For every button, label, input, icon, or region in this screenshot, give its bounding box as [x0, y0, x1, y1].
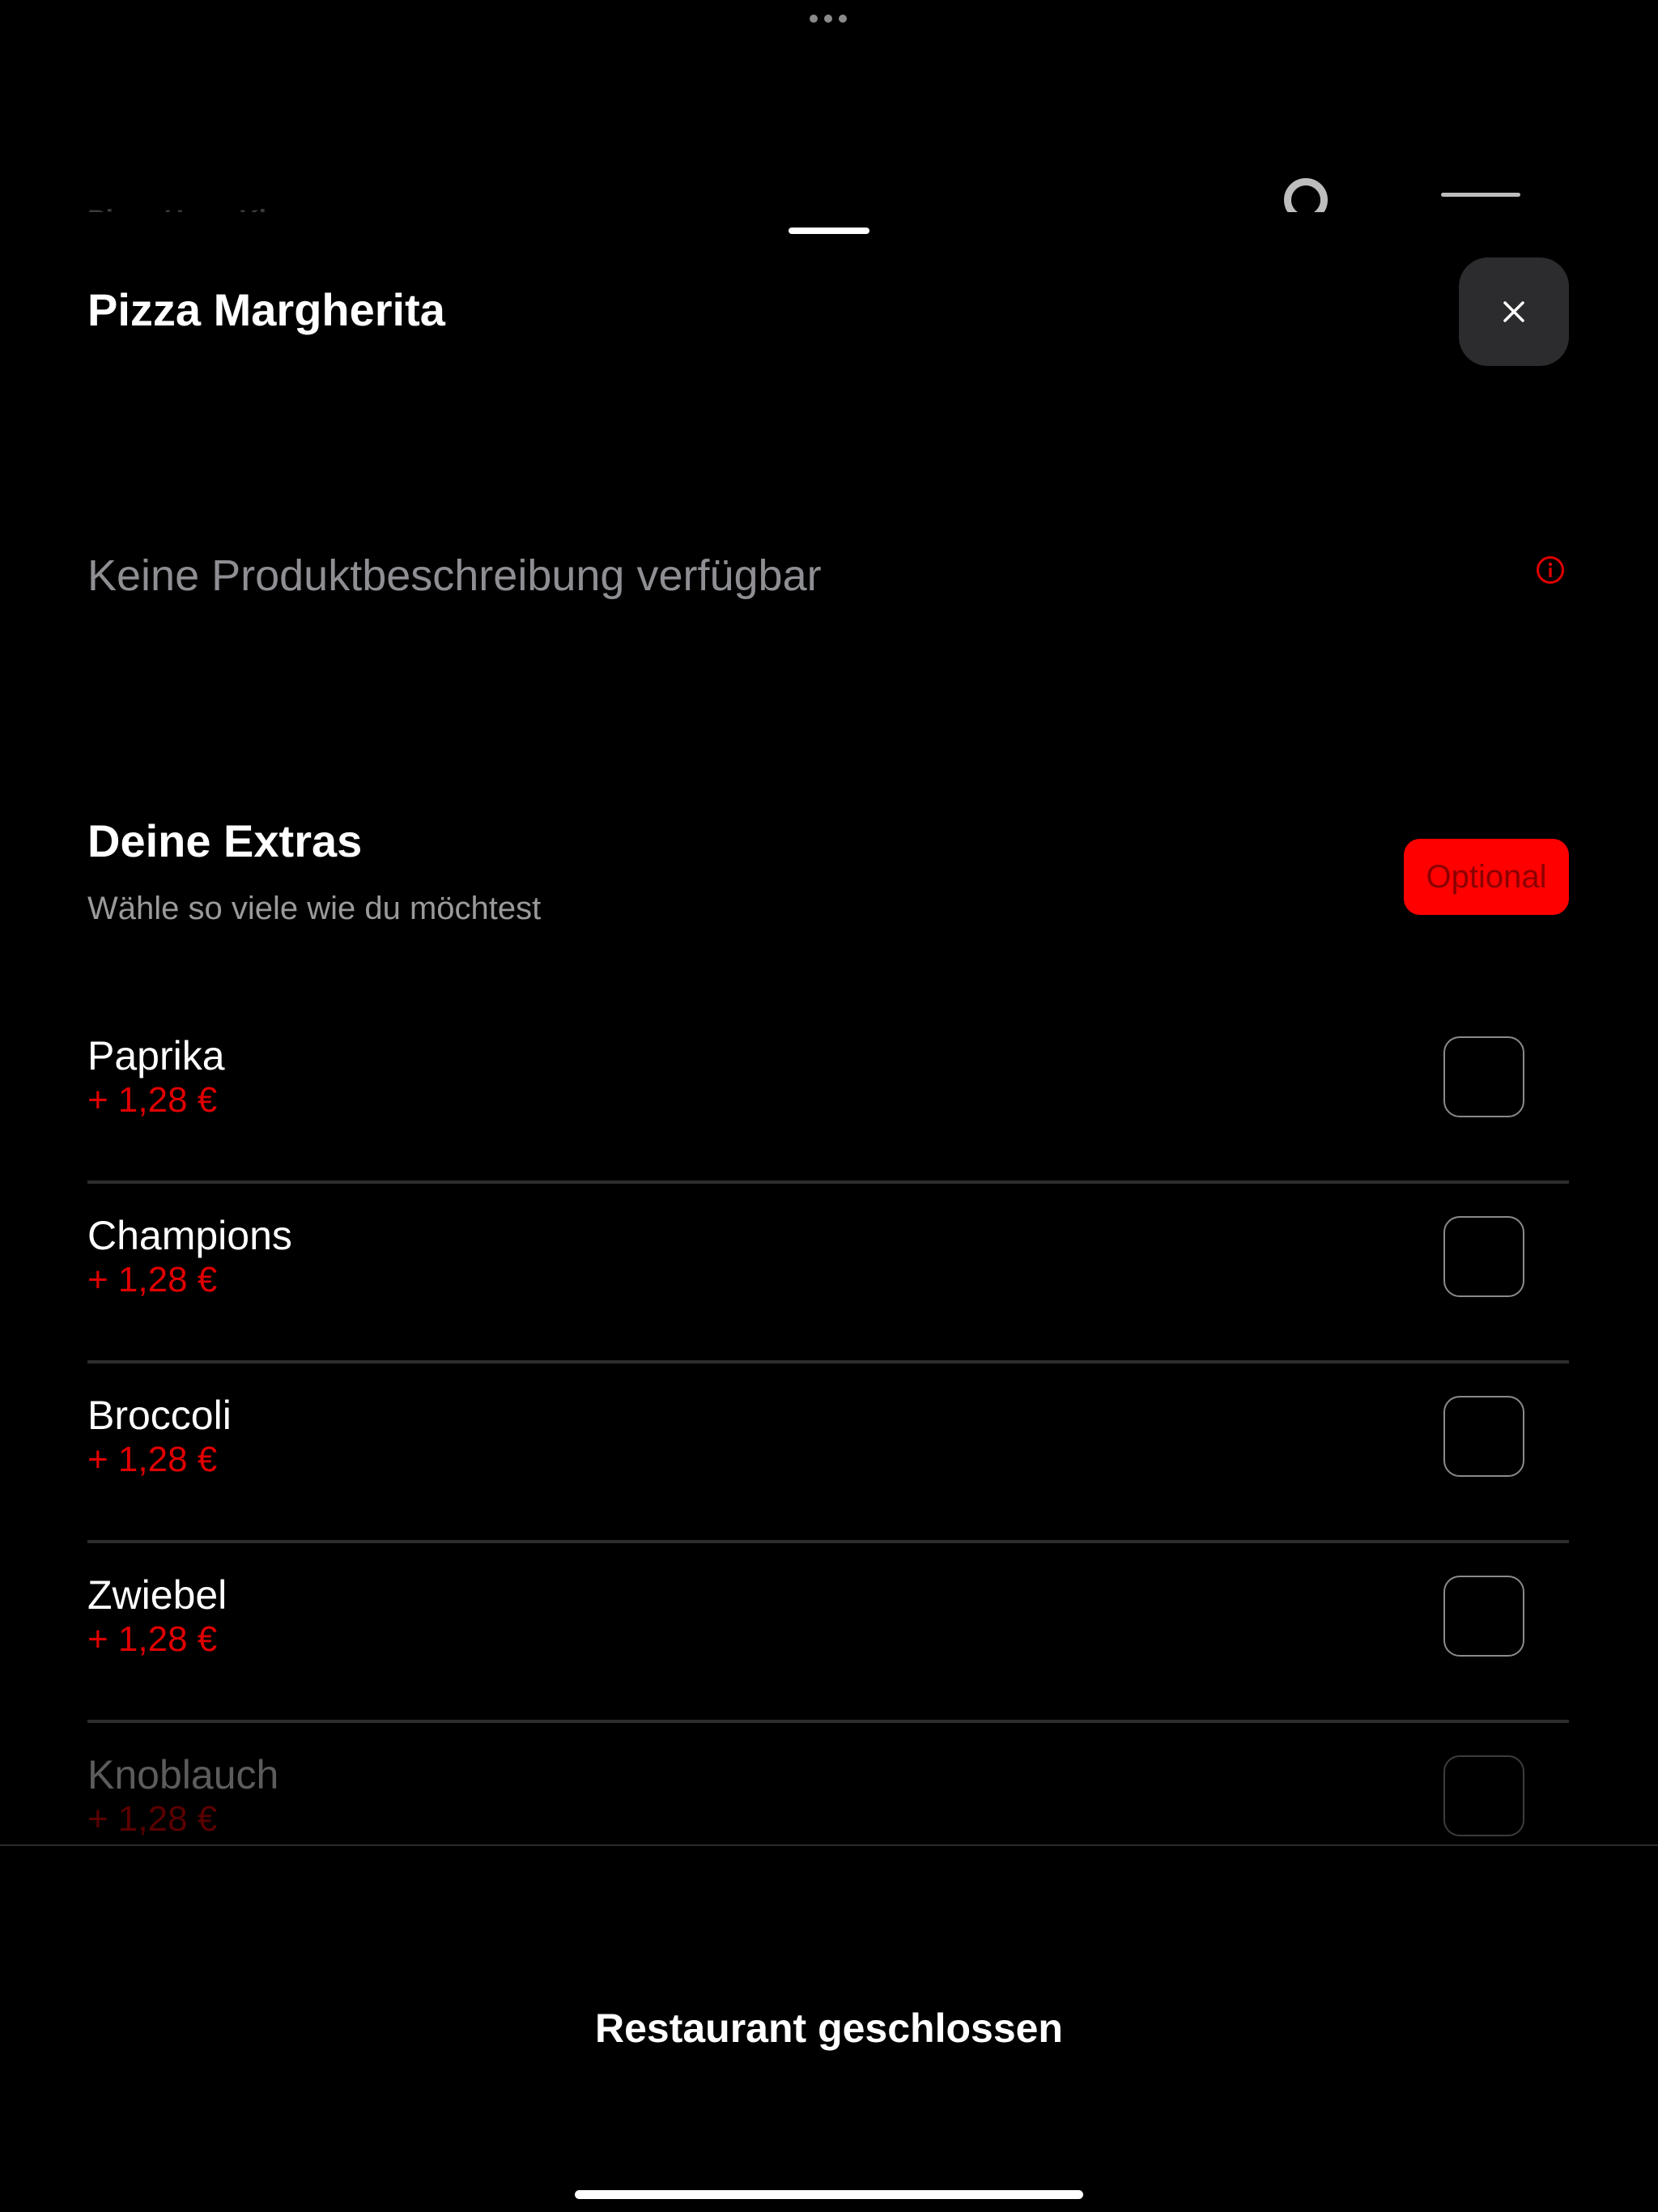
footer-divider	[0, 1844, 1658, 1846]
menu-bar	[1441, 193, 1520, 197]
extras-section-title: Deine Extras	[87, 815, 363, 866]
extra-price: + 1,28 €	[87, 1799, 218, 1839]
extra-checkbox[interactable]	[1443, 1755, 1524, 1836]
extra-price: + 1,28 €	[87, 1260, 218, 1300]
close-icon	[1503, 301, 1524, 322]
extra-name: Paprika	[87, 1033, 225, 1078]
hamburger-menu-icon[interactable]	[1441, 193, 1520, 215]
close-button[interactable]	[1459, 257, 1569, 366]
extra-checkbox[interactable]	[1443, 1576, 1524, 1657]
extra-price: + 1,28 €	[87, 1440, 218, 1479]
extra-checkbox[interactable]	[1443, 1396, 1524, 1477]
extra-name: Champions	[87, 1213, 292, 1258]
multitasking-dots[interactable]	[810, 15, 847, 23]
extra-item-broccoli[interactable]: Broccoli + 1,28 €	[87, 1363, 1569, 1543]
extras-list: Paprika + 1,28 € Champions + 1,28 € Broc…	[87, 1004, 1569, 1844]
extras-section-subtitle: Wähle so viele wie du möchtest	[87, 891, 542, 926]
product-description: Keine Produktbeschreibung verfügbar	[87, 551, 822, 600]
extra-item-knoblauch[interactable]: Knoblauch + 1,28 €	[87, 1723, 1569, 1844]
restaurant-closed-label: Restaurant geschlossen	[595, 2006, 1063, 2051]
extra-item-zwiebel[interactable]: Zwiebel + 1,28 €	[87, 1543, 1569, 1723]
home-indicator[interactable]	[575, 2190, 1083, 2199]
dot	[839, 15, 847, 23]
dot	[810, 15, 818, 23]
extra-name: Broccoli	[87, 1393, 232, 1438]
extra-name: Knoblauch	[87, 1752, 279, 1797]
extra-name: Zwiebel	[87, 1572, 227, 1618]
optional-badge: Optional	[1404, 839, 1569, 915]
extra-price: + 1,28 €	[87, 1080, 218, 1120]
extra-checkbox[interactable]	[1443, 1036, 1524, 1117]
extra-item-paprika[interactable]: Paprika + 1,28 €	[87, 1004, 1569, 1184]
sheet-grabber[interactable]	[789, 228, 869, 234]
extra-item-champions[interactable]: Champions + 1,28 €	[87, 1184, 1569, 1363]
product-title: Pizza Margherita	[87, 284, 445, 335]
info-icon[interactable]	[1536, 555, 1565, 585]
extra-checkbox[interactable]	[1443, 1216, 1524, 1297]
extra-price: + 1,28 €	[87, 1619, 218, 1659]
dot	[824, 15, 832, 23]
